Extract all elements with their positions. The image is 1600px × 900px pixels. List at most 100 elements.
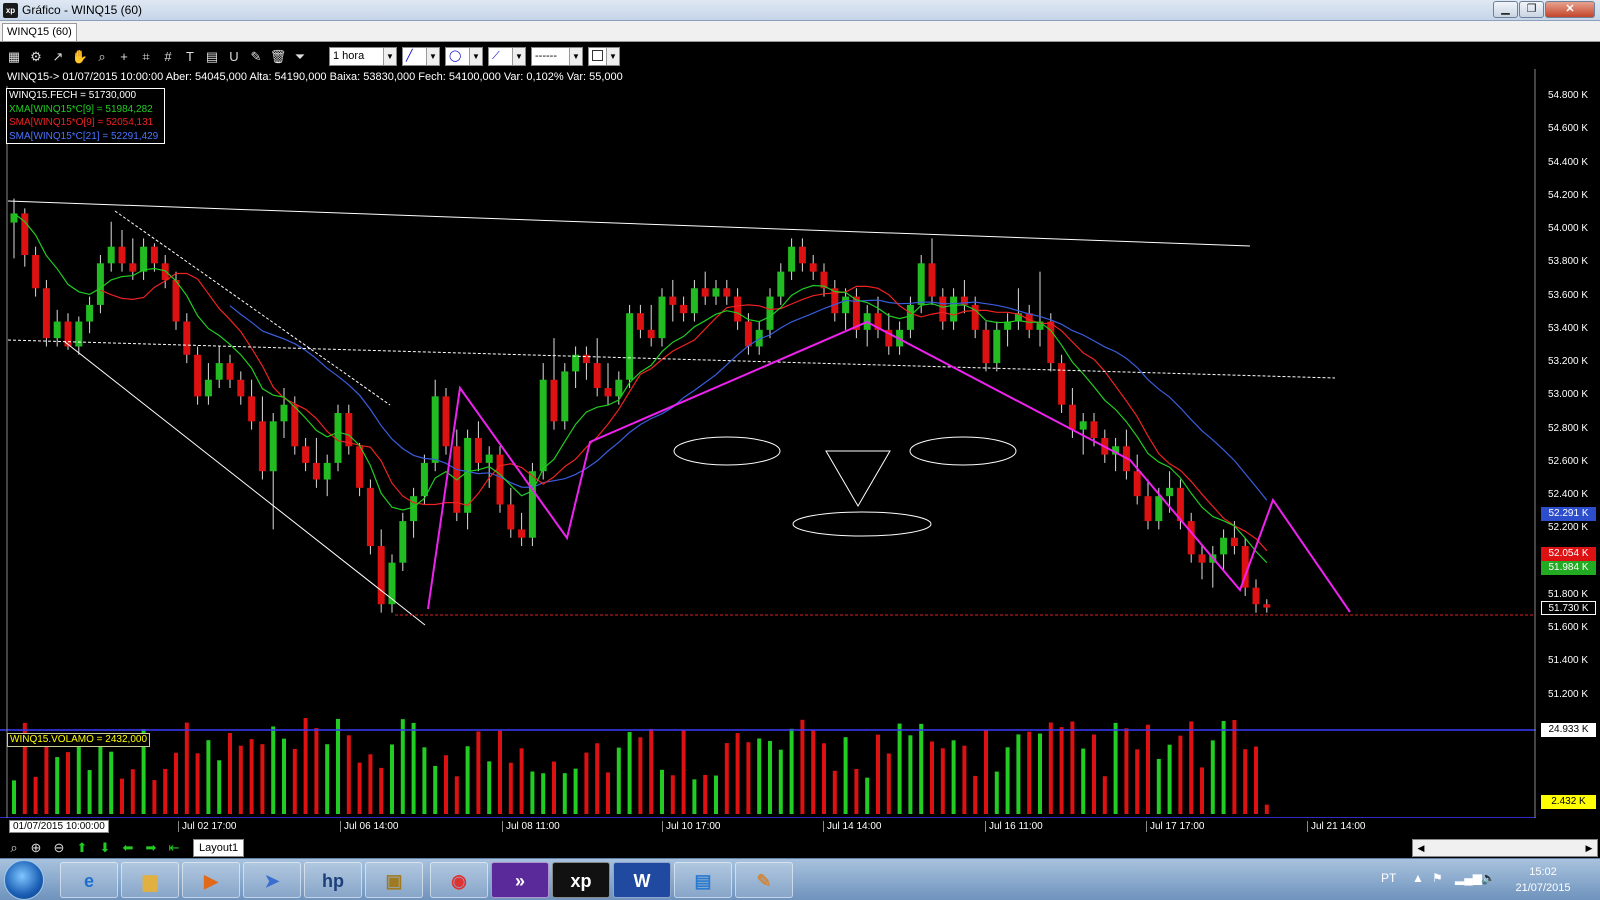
candle-body — [258, 421, 266, 472]
filter-icon[interactable]: ⏷ — [291, 48, 309, 65]
volume-bar — [681, 729, 686, 814]
candle-body — [518, 529, 526, 538]
candle-body — [118, 246, 126, 264]
chart-canvas[interactable] — [0, 69, 1536, 818]
zoom-in-icon[interactable]: ⊕ — [27, 840, 45, 856]
media-icon[interactable]: ▶ — [182, 862, 240, 898]
candle-body — [312, 462, 320, 480]
grid-icon[interactable]: # — [159, 48, 177, 65]
interval-select[interactable]: 1 hora ▼ — [329, 47, 397, 66]
paper-plane-icon[interactable]: ➤ — [243, 862, 301, 898]
candle-body — [323, 462, 331, 480]
line-style-select[interactable]: ------ ▼ — [531, 47, 583, 66]
volume-bar — [1005, 747, 1010, 814]
volume-bar — [616, 747, 621, 814]
time-axis[interactable]: 01/07/2015 10:00:00 Jul 02 17:00 Jul 06 … — [0, 818, 1545, 837]
candle-body — [1263, 604, 1271, 608]
price-badge: 52.054 K — [1541, 546, 1596, 561]
candle-body — [917, 263, 925, 305]
line-tool-select[interactable]: ╱ ▼ — [402, 47, 440, 66]
indicator-icon[interactable]: ↗ — [49, 48, 67, 65]
arrow-app-icon[interactable]: » — [491, 862, 549, 898]
crosshair-icon[interactable]: + — [115, 48, 133, 65]
delete-icon[interactable]: 🗑 — [269, 48, 287, 65]
color-select[interactable]: ▼ — [588, 47, 620, 66]
chevron-down-icon: ▼ — [426, 48, 439, 65]
horizontal-scrollbar[interactable]: ◀ ▶ — [1412, 839, 1598, 857]
volume-bar — [1059, 727, 1064, 814]
photo-icon[interactable]: ▣ — [365, 862, 423, 898]
window-titlebar[interactable]: xp Gráfico - WINQ15 (60) ▁ ❐ ✕ — [0, 0, 1600, 21]
volume-bar — [552, 761, 556, 814]
arrow-right-icon[interactable]: ➡ — [142, 840, 160, 856]
volume-bar — [638, 737, 643, 814]
tab-winq15[interactable]: WINQ15 (60) — [2, 23, 77, 41]
ellipse-tool-select[interactable]: ◯ ▼ — [445, 47, 483, 66]
clock[interactable]: 15:02 21/07/2015 — [1508, 864, 1578, 896]
price-axis[interactable]: 54.800 K 54.600 K 54.400 K 54.200 K 54.000 K… — [1536, 85, 1600, 735]
ie-icon[interactable]: e — [60, 862, 118, 898]
start-button[interactable] — [4, 860, 44, 900]
close-button[interactable]: ✕ — [1545, 1, 1595, 18]
volume-bar — [584, 752, 589, 814]
scroll-right-icon[interactable]: ▶ — [1581, 840, 1597, 856]
chart-type-icon[interactable]: ▦ — [5, 48, 23, 65]
chrome-icon[interactable]: ◉ — [430, 862, 488, 898]
hp-icon[interactable]: hp — [304, 862, 362, 898]
candle-body — [626, 313, 634, 380]
layout-tab[interactable]: Layout1 — [193, 839, 245, 857]
price-tick: 51.200 K — [1548, 688, 1589, 700]
word-icon[interactable]: W — [613, 862, 671, 898]
volume-bar — [303, 718, 308, 814]
candle-body — [690, 288, 698, 314]
language-indicator[interactable]: PT — [1381, 871, 1396, 885]
text-tool-icon[interactable]: T — [181, 48, 199, 65]
volume-group — [12, 718, 1269, 814]
price-tick: 54.600 K — [1548, 123, 1589, 135]
eraser-icon[interactable]: ✎ — [247, 48, 265, 65]
time-label: Jul 16 11:00 — [985, 821, 1043, 832]
xp-icon[interactable]: xp — [552, 862, 610, 898]
candle-body — [107, 246, 115, 264]
arrow-left-icon[interactable]: ⬅ — [119, 840, 137, 856]
volume-bar — [12, 780, 16, 814]
hand-icon[interactable]: ✋ — [71, 48, 89, 65]
candle-body — [280, 404, 288, 422]
fibonacci-tool-select[interactable]: ⟋ ▼ — [488, 47, 526, 66]
volume-bar — [724, 743, 729, 814]
network-flag-icon[interactable]: ⚑ — [1432, 871, 1443, 885]
arrow-up-icon[interactable]: ⬆ — [73, 840, 91, 856]
photos-icon[interactable]: ▤ — [674, 862, 732, 898]
volume-icon[interactable]: 🔈 — [1481, 871, 1496, 885]
paint-icon[interactable]: ✎ — [735, 862, 793, 898]
magnet-icon[interactable]: U — [225, 48, 243, 65]
calculator-icon[interactable]: ▤ — [203, 48, 221, 65]
price-badge: 51.984 K — [1541, 560, 1596, 575]
time-label: Jul 21 14:00 — [1307, 821, 1366, 832]
candle-body — [701, 288, 709, 297]
zoom-out-icon[interactable]: ⊖ — [50, 840, 68, 856]
maximize-button[interactable]: ❐ — [1519, 1, 1544, 18]
annotation-eye-right — [909, 436, 1017, 466]
signal-icon[interactable]: ▂▄▆ — [1455, 871, 1482, 885]
volume-bar — [130, 769, 135, 814]
scroll-left-icon[interactable]: ◀ — [1413, 840, 1429, 856]
explorer-icon[interactable]: ▆ — [121, 862, 179, 898]
arrow-down-icon[interactable]: ⬇ — [96, 840, 114, 856]
volume-bar — [249, 739, 254, 814]
zoom-fit-icon[interactable]: ⌕ — [5, 840, 23, 856]
volume-bar — [379, 767, 384, 814]
go-start-icon[interactable]: ⇤ — [165, 840, 183, 856]
cursor-lines-icon[interactable]: ⌗ — [137, 48, 155, 65]
volume-bar — [1254, 746, 1258, 814]
candle-body — [420, 462, 428, 497]
chevron-up-icon[interactable]: ▲ — [1412, 871, 1424, 885]
volume-bar — [1027, 731, 1032, 814]
volume-bar — [206, 740, 211, 814]
volume-bar — [454, 776, 459, 814]
chart-tabstrip: WINQ15 (60) — [0, 21, 1600, 42]
zoom-icon[interactable]: ⌕ — [93, 48, 111, 65]
settings-gear-icon[interactable]: ⚙ — [27, 48, 45, 65]
drawings-group — [7, 200, 1535, 626]
minimize-button[interactable]: ▁ — [1493, 1, 1518, 18]
